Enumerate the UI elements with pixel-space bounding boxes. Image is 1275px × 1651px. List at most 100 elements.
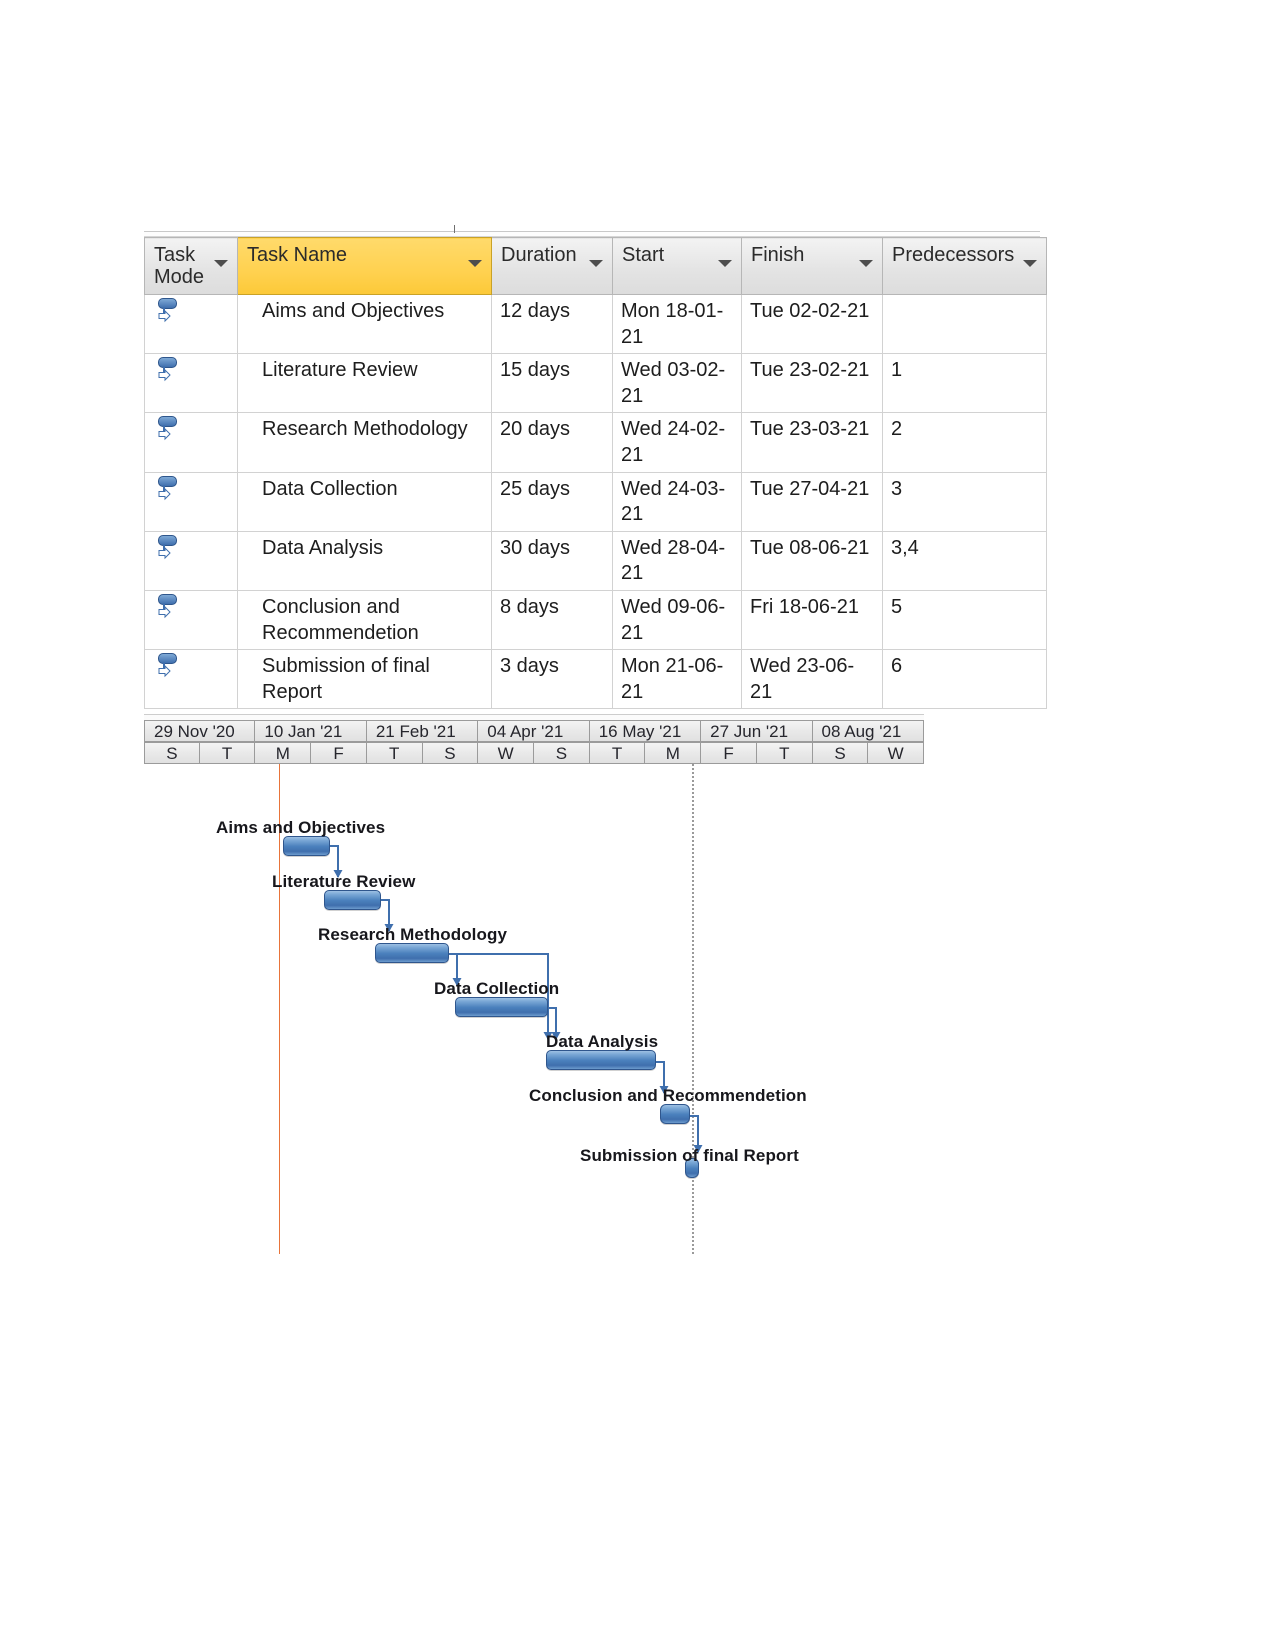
- cell-task-name[interactable]: Submission of final Report: [237, 649, 492, 710]
- cell-task-name[interactable]: Research Methodology: [237, 412, 492, 473]
- cell-duration[interactable]: 25 days: [491, 472, 613, 532]
- cell-duration[interactable]: 30 days: [491, 531, 613, 591]
- column-header-task-mode[interactable]: Task Mode: [144, 237, 238, 295]
- cell-predecessors[interactable]: 3: [882, 472, 1047, 532]
- cell-predecessors-text: 5: [891, 595, 903, 618]
- cell-duration[interactable]: 12 days: [491, 294, 613, 355]
- cell-predecessors[interactable]: [882, 294, 1047, 355]
- cell-finish[interactable]: Tue 27-04-21: [741, 472, 883, 532]
- chevron-down-icon[interactable]: [1023, 260, 1037, 267]
- cell-predecessors[interactable]: 3,4: [882, 531, 1047, 591]
- table-row[interactable]: Literature Review 15 days Wed 03-02-21 Tue …: [144, 353, 1047, 414]
- auto-schedule-icon[interactable]: [157, 298, 183, 324]
- cell-start[interactable]: Wed 28-04-21: [612, 531, 742, 591]
- cell-finish[interactable]: Wed 23-06-21: [741, 649, 883, 710]
- cell-duration[interactable]: 15 days: [491, 353, 613, 414]
- cell-task-name[interactable]: Aims and Objectives: [237, 294, 492, 355]
- gantt-bar[interactable]: [546, 1050, 656, 1071]
- auto-schedule-icon[interactable]: [157, 357, 183, 383]
- gantt-bar-label: Aims and Objectives: [216, 818, 386, 837]
- cell-task-name-text: Research Methodology: [262, 418, 468, 441]
- gantt-bar[interactable]: [375, 943, 449, 964]
- gantt-bar[interactable]: [324, 889, 381, 910]
- table-row[interactable]: Submission of final Report 3 days Mon 21-0…: [144, 649, 1047, 710]
- cell-task-name[interactable]: Data Analysis: [237, 531, 492, 591]
- chevron-down-icon[interactable]: [718, 260, 732, 267]
- column-header-label: Task Mode: [154, 244, 205, 289]
- cell-finish[interactable]: Tue 02-02-21: [741, 294, 883, 355]
- cell-predecessors[interactable]: 6: [882, 649, 1047, 710]
- cell-predecessors[interactable]: 1: [882, 353, 1047, 414]
- gantt-bar-label: Conclusion and Recommendetion: [529, 1086, 807, 1105]
- cell-task-mode[interactable]: [144, 472, 238, 532]
- cell-task-name-text: Submission of final Report: [262, 655, 430, 703]
- chevron-down-icon[interactable]: [468, 260, 482, 267]
- cell-start[interactable]: Wed 24-02-21: [612, 412, 742, 473]
- cell-task-name[interactable]: Data Collection: [237, 472, 492, 532]
- timeline-day-cell: W: [478, 742, 535, 764]
- column-header-predecessors[interactable]: Predecessors: [882, 237, 1047, 295]
- cell-task-name-text: Conclusion and Recommendetion: [262, 595, 419, 644]
- table-header-row: Task Mode Task Name Duration Start Finis…: [144, 237, 1047, 295]
- cell-start[interactable]: Wed 03-02-21: [612, 353, 742, 414]
- gantt-chart-panel: 29 Nov '20 10 Jan '21 21 Feb '21 04 Apr '21…: [144, 714, 925, 1254]
- cell-predecessors[interactable]: 5: [882, 590, 1047, 651]
- cell-finish[interactable]: Fri 18-06-21: [741, 590, 883, 651]
- timeline-day-cell: S: [534, 742, 590, 764]
- timeline-day-cell: T: [199, 742, 256, 764]
- cell-start-text: Wed 03-02-21: [621, 359, 726, 407]
- table-row[interactable]: Data Analysis 30 days Wed 28-04-21 Tue 08-0…: [144, 531, 1047, 591]
- chevron-down-icon[interactable]: [859, 260, 873, 267]
- timeline-month-cell: 21 Feb '21: [366, 720, 479, 742]
- gantt-bar[interactable]: [283, 836, 330, 856]
- cell-start[interactable]: Wed 09-06-21: [612, 590, 742, 651]
- auto-schedule-icon[interactable]: [157, 534, 183, 561]
- timeline-month-cell: 16 May '21: [589, 720, 702, 742]
- chevron-down-icon[interactable]: [589, 260, 603, 267]
- cell-start[interactable]: Mon 18-01-21: [612, 294, 742, 355]
- auto-schedule-icon[interactable]: [157, 653, 183, 679]
- table-row[interactable]: Research Methodology 20 days Wed 24-02-21 T…: [144, 412, 1047, 473]
- table-row[interactable]: Aims and Objectives 12 days Mon 18-01-21 Tu…: [144, 294, 1047, 355]
- cell-duration-text: 3 days: [500, 655, 559, 678]
- cell-duration[interactable]: 8 days: [491, 590, 613, 651]
- timeline-day-row: STMFTSWSTMFTSW: [144, 742, 925, 764]
- cell-task-mode[interactable]: [144, 412, 238, 473]
- cell-task-mode[interactable]: [144, 294, 238, 355]
- auto-schedule-icon[interactable]: [157, 416, 183, 442]
- cell-task-mode[interactable]: [144, 649, 238, 710]
- table-row[interactable]: Data Collection 25 days Wed 24-03-21 Tue 27…: [144, 472, 1047, 532]
- cell-task-mode[interactable]: [144, 531, 238, 591]
- cell-duration-text: 8 days: [500, 595, 559, 618]
- column-header-start[interactable]: Start: [612, 237, 742, 295]
- timeline-month-cell: 10 Jan '21: [255, 720, 367, 742]
- cell-finish[interactable]: Tue 23-03-21: [741, 412, 883, 473]
- timeline-month-cell: 04 Apr '21: [478, 720, 590, 742]
- cell-finish[interactable]: Tue 23-02-21: [741, 353, 883, 414]
- column-header-duration[interactable]: Duration: [491, 237, 613, 295]
- cell-task-mode[interactable]: [144, 590, 238, 651]
- cell-start[interactable]: Wed 24-03-21: [612, 472, 742, 532]
- timeline-month-cell: 08 Aug '21: [812, 720, 924, 742]
- auto-schedule-icon[interactable]: [157, 593, 183, 620]
- gantt-bar[interactable]: [660, 1104, 690, 1124]
- cell-task-mode[interactable]: [144, 353, 238, 414]
- timeline-day-cell: F: [311, 742, 367, 764]
- cell-duration-text: 15 days: [500, 359, 571, 382]
- timeline-day-cell: S: [144, 742, 200, 764]
- timeline-day-cell: S: [422, 742, 479, 764]
- cell-duration[interactable]: 20 days: [491, 412, 613, 473]
- cell-start[interactable]: Mon 21-06-21: [612, 649, 742, 710]
- column-header-finish[interactable]: Finish: [741, 237, 883, 295]
- column-header-label: Start: [622, 244, 665, 266]
- cell-predecessors[interactable]: 2: [882, 412, 1047, 473]
- cell-duration[interactable]: 3 days: [491, 649, 613, 710]
- cell-task-name[interactable]: Conclusion and Recommendetion: [237, 590, 492, 651]
- column-header-task-name[interactable]: Task Name: [237, 237, 492, 295]
- cell-task-name[interactable]: Literature Review: [237, 353, 492, 414]
- table-row[interactable]: Conclusion and Recommendetion 8 days Wed 0…: [144, 590, 1047, 651]
- cell-finish[interactable]: Tue 08-06-21: [741, 531, 883, 591]
- auto-schedule-icon[interactable]: [157, 475, 183, 502]
- gantt-bar[interactable]: [455, 996, 548, 1017]
- chevron-down-icon[interactable]: [214, 260, 228, 267]
